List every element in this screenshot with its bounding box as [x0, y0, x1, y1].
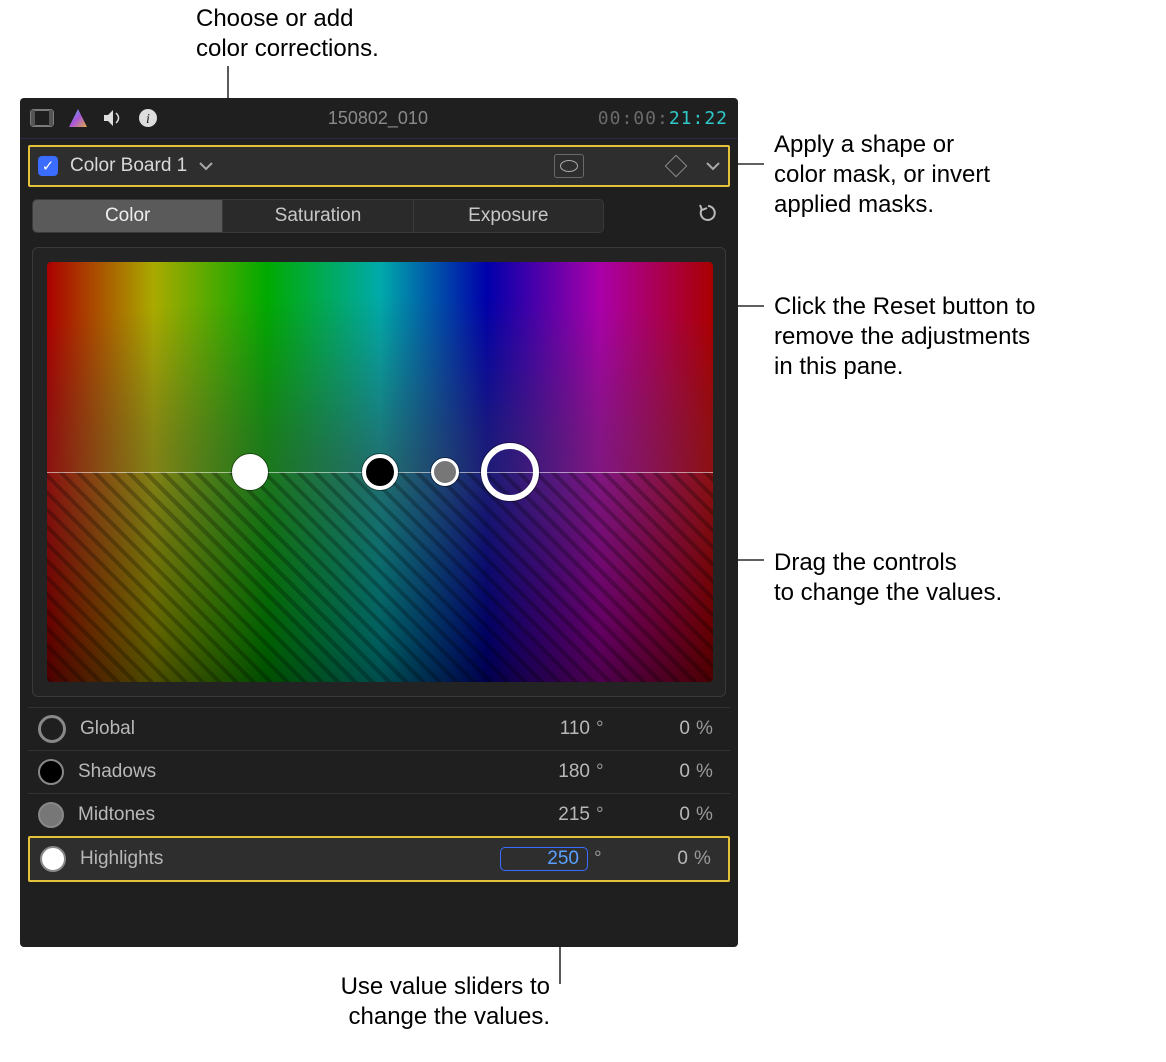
- puck-global[interactable]: [232, 454, 268, 490]
- swatch-midtones-icon: [38, 802, 64, 828]
- value-percent[interactable]: 0: [620, 718, 690, 740]
- unit-degrees: °: [590, 761, 620, 783]
- inspector-panel: i 150802_010 00:00:21:22 ✓ Color Board 1: [20, 98, 738, 947]
- info-inspector-icon[interactable]: i: [138, 108, 158, 128]
- swatch-highlights-icon: [40, 846, 66, 872]
- board-tabs: Color Saturation Exposure: [32, 199, 604, 233]
- unit-percent: %: [690, 761, 720, 783]
- color-inspector-icon[interactable]: [68, 108, 88, 128]
- value-degrees[interactable]: 180: [520, 761, 590, 783]
- unit-degrees: °: [590, 804, 620, 826]
- svg-text:i: i: [146, 112, 150, 127]
- unit-percent: %: [688, 848, 718, 870]
- callout-drag: Drag the controls to change the values.: [774, 548, 1114, 608]
- value-degrees[interactable]: 250: [500, 847, 588, 871]
- video-inspector-icon[interactable]: [30, 109, 54, 127]
- mask-button[interactable]: [554, 154, 584, 178]
- value-rows: Global 110 ° 0 % Shadows 180 ° 0 % Midto…: [28, 707, 730, 882]
- row-global[interactable]: Global 110 ° 0 %: [28, 707, 730, 750]
- unit-percent: %: [690, 804, 720, 826]
- unit-degrees: °: [590, 718, 620, 740]
- value-percent[interactable]: 0: [620, 761, 690, 783]
- timecode-dim: 00:00:: [598, 108, 669, 129]
- row-highlights[interactable]: Highlights 250 ° 0 %: [28, 836, 730, 882]
- swatch-shadows-icon: [38, 759, 64, 785]
- effect-menu-chevron-icon[interactable]: [199, 155, 213, 177]
- row-midtones[interactable]: Midtones 215 ° 0 %: [28, 793, 730, 836]
- callout-choose: Choose or add color corrections.: [196, 4, 456, 64]
- color-board[interactable]: [47, 262, 713, 682]
- inspector-topbar: i 150802_010 00:00:21:22: [20, 98, 738, 138]
- mask-ellipse-icon: [560, 160, 578, 172]
- callout-mask: Apply a shape or color mask, or invert a…: [774, 130, 1134, 220]
- value-degrees[interactable]: 110: [520, 718, 590, 740]
- keyframe-menu-chevron-icon[interactable]: [706, 155, 720, 177]
- row-shadows[interactable]: Shadows 180 ° 0 %: [28, 750, 730, 793]
- clip-timecode: 00:00:21:22: [598, 108, 728, 129]
- effect-enable-checkbox[interactable]: ✓: [38, 156, 58, 176]
- puck-highlights[interactable]: [481, 443, 539, 501]
- callout-reset: Click the Reset button to remove the adj…: [774, 292, 1144, 382]
- row-label: Midtones: [78, 804, 278, 826]
- effect-header-row: ✓ Color Board 1: [28, 145, 730, 187]
- value-percent[interactable]: 0: [618, 848, 688, 870]
- clip-name: 150802_010: [328, 108, 428, 129]
- value-percent[interactable]: 0: [620, 804, 690, 826]
- callout-sliders: Use value sliders to change the values.: [270, 972, 550, 1032]
- tab-exposure[interactable]: Exposure: [414, 200, 603, 232]
- row-label: Global: [80, 718, 280, 740]
- swatch-global-icon: [38, 715, 66, 743]
- value-degrees[interactable]: 215: [520, 804, 590, 826]
- row-label: Highlights: [80, 848, 280, 870]
- row-label: Shadows: [78, 761, 278, 783]
- audio-inspector-icon[interactable]: [102, 109, 124, 127]
- effect-name[interactable]: Color Board 1: [70, 155, 187, 177]
- tab-color[interactable]: Color: [33, 200, 223, 232]
- unit-percent: %: [690, 718, 720, 740]
- timecode-bright: 21:22: [669, 108, 728, 129]
- color-board-container: [32, 247, 726, 697]
- reset-button[interactable]: [698, 203, 718, 229]
- unit-degrees: °: [588, 848, 618, 870]
- tab-saturation[interactable]: Saturation: [223, 200, 413, 232]
- keyframe-icon[interactable]: [665, 155, 688, 178]
- puck-shadows[interactable]: [362, 454, 398, 490]
- puck-midtones[interactable]: [431, 458, 459, 486]
